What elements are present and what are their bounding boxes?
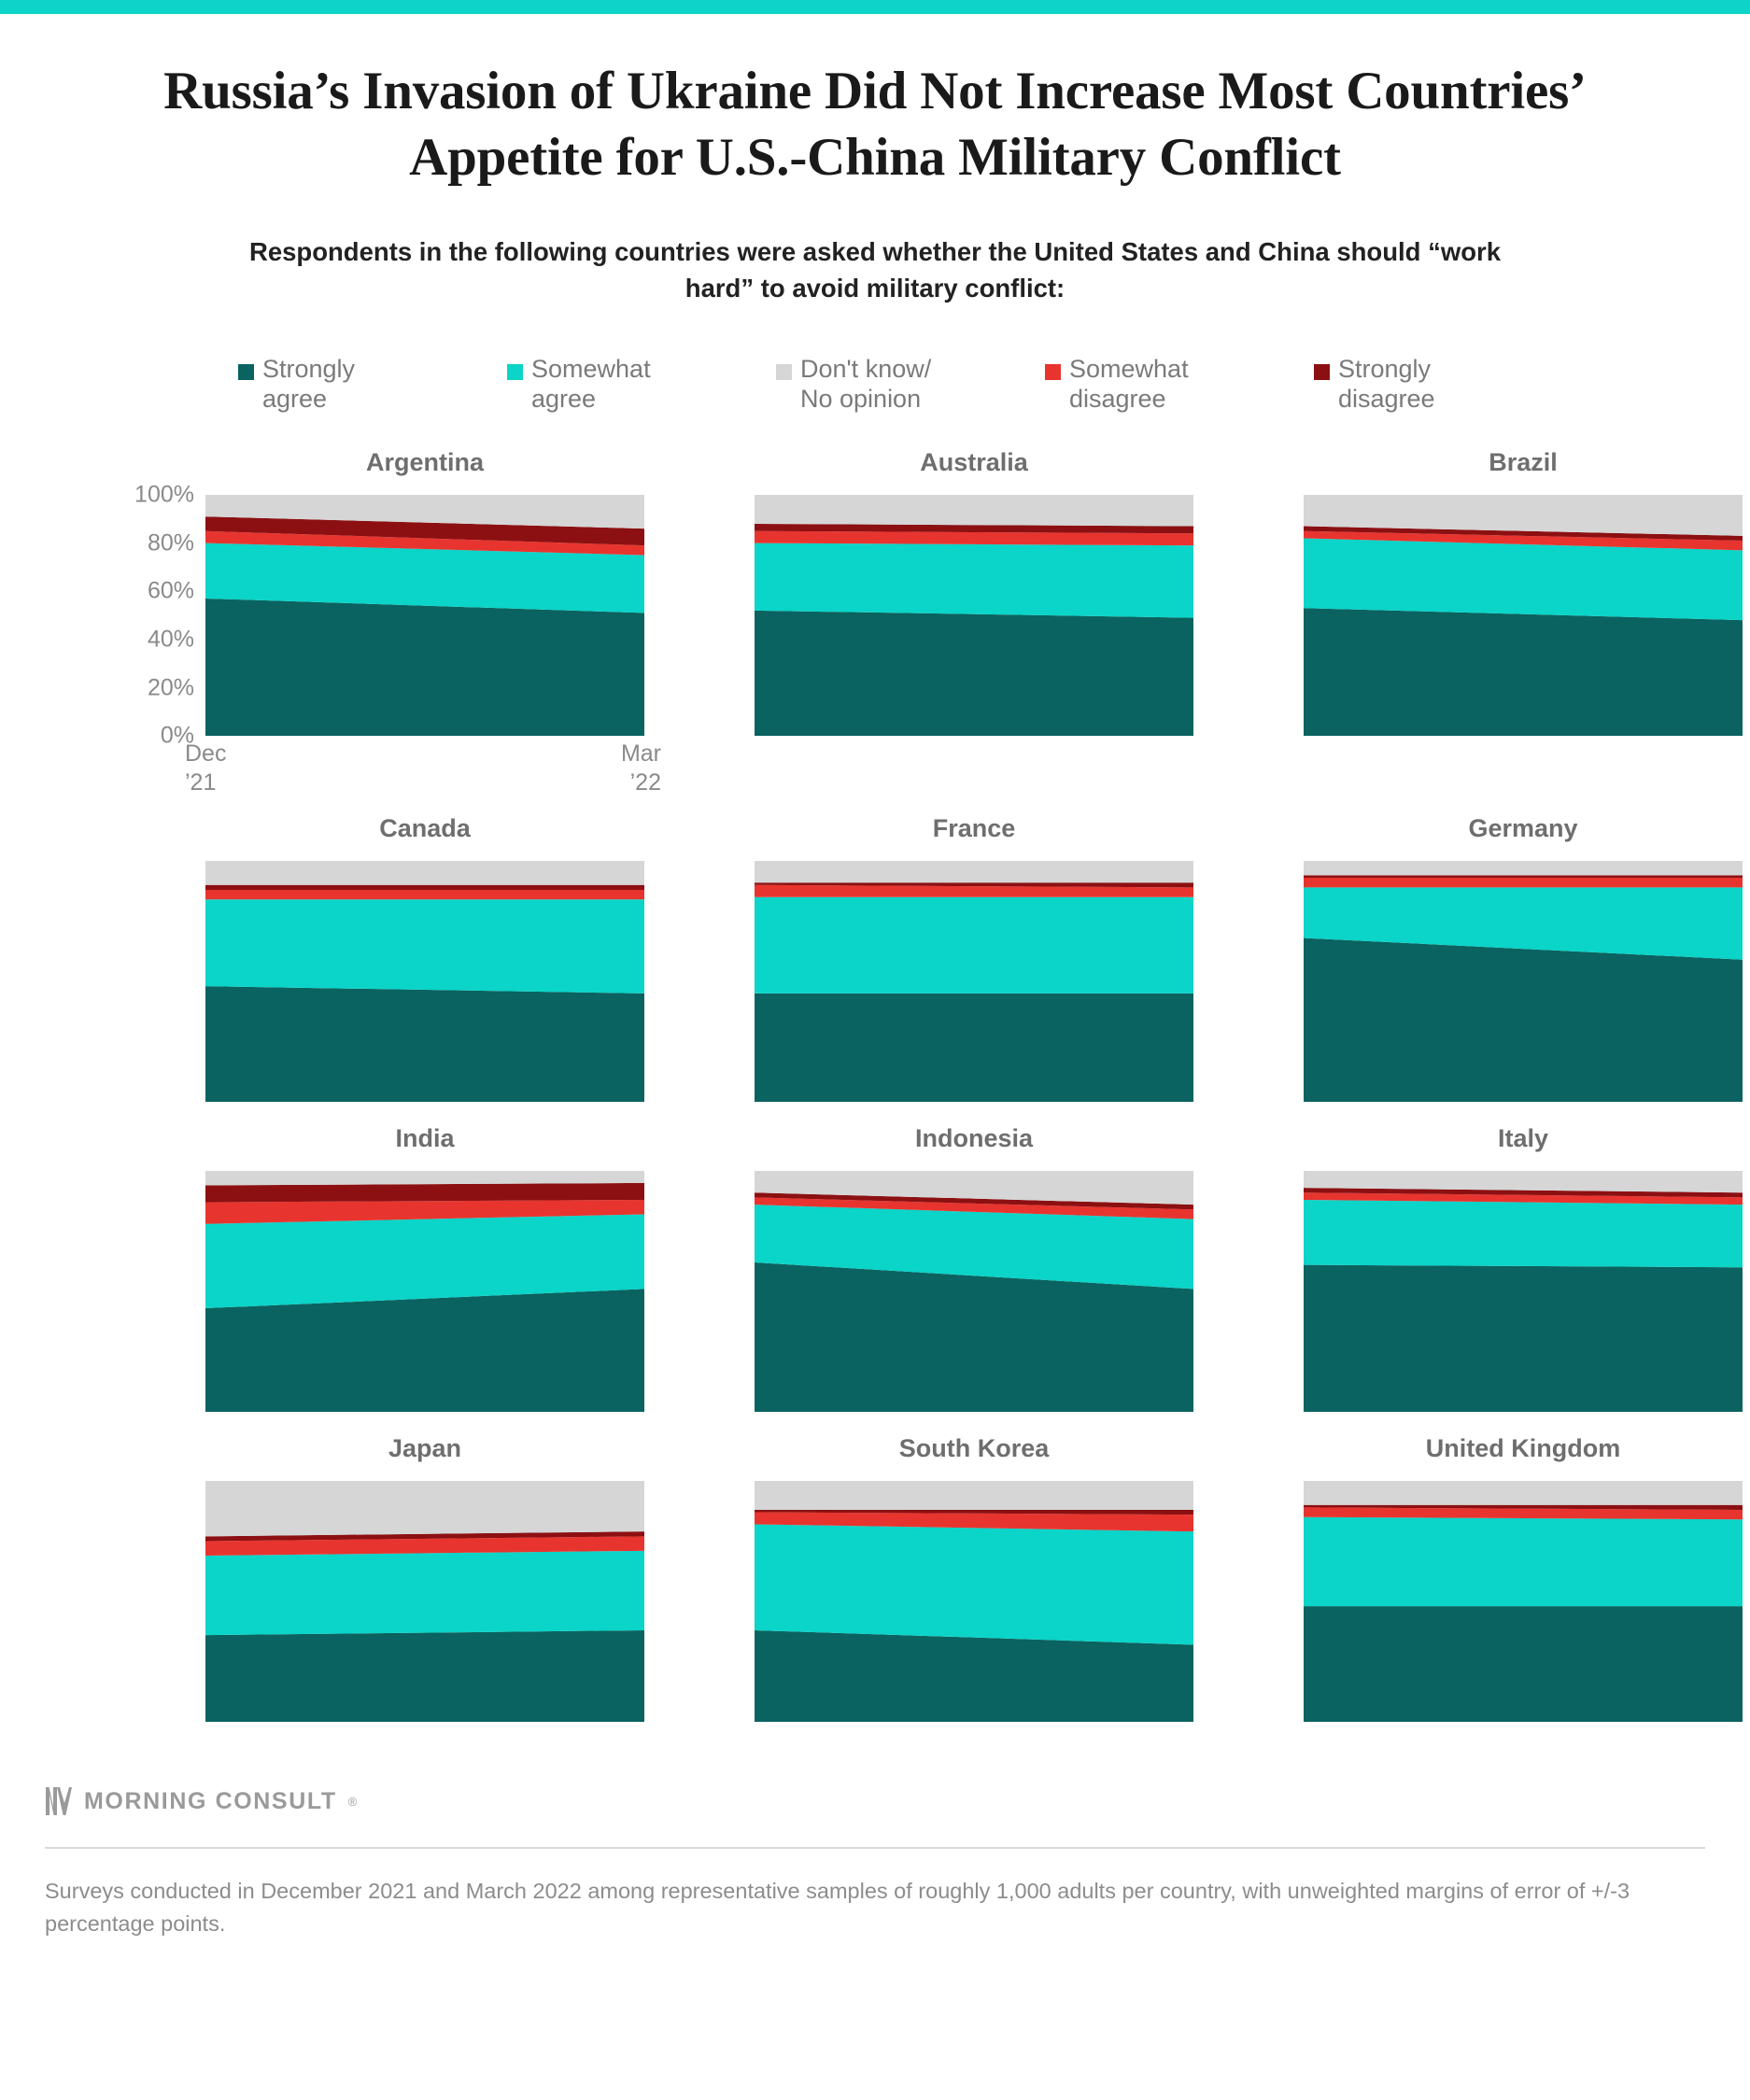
plot-area <box>140 861 652 1103</box>
panel-title: Australia <box>920 448 1028 477</box>
stacked-area-plot <box>205 1171 644 1413</box>
footer-divider <box>45 1847 1705 1850</box>
panel-row: Japan South Korea United Kingdom <box>0 1429 1750 1723</box>
legend-item-label: Somewhat disagree <box>1069 355 1189 414</box>
plot-area <box>689 1171 1201 1413</box>
legend-item-somewhat_disagree[interactable]: Somewhat disagree <box>1045 355 1314 415</box>
chart-legend: Strongly agree Somewhat agree Don't know/ … <box>238 355 1564 415</box>
row-spacer <box>0 1412 1750 1429</box>
plot-area <box>689 495 1201 737</box>
legend-item-label: Strongly agree <box>262 355 356 414</box>
panel-title: Indonesia <box>914 1124 1034 1153</box>
chart-panel-australia: Australia <box>689 443 1201 737</box>
chart-subtitle: Respondents in the following countries w… <box>248 237 1502 303</box>
stacked-area-plot <box>755 1171 1193 1413</box>
chart-panel-south-korea: South Korea <box>689 1429 1201 1723</box>
page-title: Russia’s Invasion of Ukraine Did Not Inc… <box>163 62 1587 187</box>
panel-title: India <box>395 1124 455 1153</box>
stacked-area-plot <box>1304 495 1743 737</box>
chart-panel-germany: Germany <box>1238 809 1750 1103</box>
brand-name: MORNING CONSULT <box>84 1787 337 1814</box>
y-axis-tick: 40% <box>147 626 194 653</box>
plot-area <box>1238 1481 1750 1723</box>
legend-swatch-icon <box>1045 364 1061 381</box>
chart-panel-italy: Italy <box>1238 1119 1750 1413</box>
stacked-area-plot <box>205 861 644 1103</box>
chart-panel-canada: Canada <box>140 809 652 1103</box>
panel-title: Japan <box>388 1434 462 1463</box>
legend-swatch-icon <box>776 364 792 381</box>
plot-area <box>140 1481 652 1723</box>
y-axis-tick: 100% <box>134 481 194 508</box>
plot-area <box>1238 495 1750 737</box>
y-axis: 100% 80% 60% 40% 20% 0% <box>134 482 198 749</box>
legend-item-label: Strongly disagree <box>1338 355 1435 414</box>
panel-title: Italy <box>1497 1124 1549 1153</box>
legend-swatch-icon <box>1314 364 1330 381</box>
x-axis-tick-end: Mar ’22 <box>620 740 661 796</box>
panel-title: France <box>932 814 1016 843</box>
y-axis-tick: 20% <box>147 674 194 701</box>
chart-panel-india: India <box>140 1119 652 1413</box>
brand-registered-mark: ® <box>347 1794 358 1809</box>
x-axis: Dec ’21 Mar ’22 <box>185 740 661 809</box>
page-content: Russia’s Invasion of Ukraine Did Not Inc… <box>0 14 1750 1941</box>
panel-row: Argentina 100% 80% 60% 40% 20% 0% Dec ’21 Mar ’2… <box>0 443 1750 796</box>
stacked-area-plot <box>1304 1171 1743 1413</box>
legend-swatch-icon <box>507 364 523 381</box>
chart-panel-indonesia: Indonesia <box>689 1119 1201 1413</box>
legend-item-dont_know[interactable]: Don't know/ No opinion <box>776 355 1045 415</box>
panel-title: Argentina <box>365 448 484 477</box>
stacked-area-plot <box>755 1481 1193 1723</box>
panel-row: Canada France Germany <box>0 809 1750 1103</box>
legend-item-strongly_agree[interactable]: Strongly agree <box>238 355 507 415</box>
legend-item-label: Somewhat agree <box>531 355 651 414</box>
panel-title: Canada <box>379 814 471 843</box>
y-axis-tick: 80% <box>147 529 194 557</box>
stacked-area-plot <box>205 1481 644 1723</box>
methodology-note: Surveys conducted in December 2021 and M… <box>45 1879 1630 1937</box>
morning-consult-mark-icon <box>46 1787 72 1816</box>
legend-item-strongly_disagree[interactable]: Strongly disagree <box>1314 355 1583 415</box>
legend-item-somewhat_agree[interactable]: Somewhat agree <box>507 355 776 415</box>
top-accent-bar <box>0 0 1750 14</box>
chart-panel-france: France <box>689 809 1201 1103</box>
footer: MORNING CONSULT ® Surveys conducted in D… <box>0 1780 1750 1941</box>
panel-title: Germany <box>1468 814 1578 843</box>
plot-area <box>140 1171 652 1413</box>
x-axis-tick-start: Dec ’21 <box>185 740 227 796</box>
stacked-area-plot <box>1304 1481 1743 1723</box>
stacked-area-plot <box>205 495 644 737</box>
legend-swatch-icon <box>238 364 254 381</box>
chart-panel-argentina: Argentina 100% 80% 60% 40% 20% 0% Dec ’21 Mar ’2… <box>134 443 661 796</box>
plot-area: 100% 80% 60% 40% 20% 0% Dec ’21 Mar ’22 <box>134 482 661 796</box>
legend-item-label: Don't know/ No opinion <box>800 355 932 414</box>
chart-panel-japan: Japan <box>140 1429 652 1723</box>
row-spacer <box>0 1102 1750 1119</box>
row-spacer <box>0 1722 1750 1739</box>
stacked-area-plot <box>755 495 1193 737</box>
stacked-area-plot <box>1304 861 1743 1103</box>
plot-area <box>689 861 1201 1103</box>
plot-area <box>689 1481 1201 1723</box>
plot-area <box>1238 861 1750 1103</box>
brand-logo: MORNING CONSULT ® <box>45 1780 1705 1823</box>
panel-title: South Korea <box>898 1434 1050 1463</box>
stacked-area-plot <box>755 861 1193 1103</box>
chart-panel-brazil: Brazil <box>1238 443 1750 737</box>
chart-panel-united-kingdom: United Kingdom <box>1238 1429 1750 1723</box>
plot-area <box>1238 1171 1750 1413</box>
small-multiples-grid: Argentina 100% 80% 60% 40% 20% 0% Dec ’21 Mar ’2… <box>0 443 1750 1739</box>
y-axis-tick: 60% <box>147 577 194 604</box>
panel-row: India Indonesia Italy <box>0 1119 1750 1413</box>
panel-title: United Kingdom <box>1425 1434 1621 1463</box>
panel-title: Brazil <box>1489 448 1558 477</box>
